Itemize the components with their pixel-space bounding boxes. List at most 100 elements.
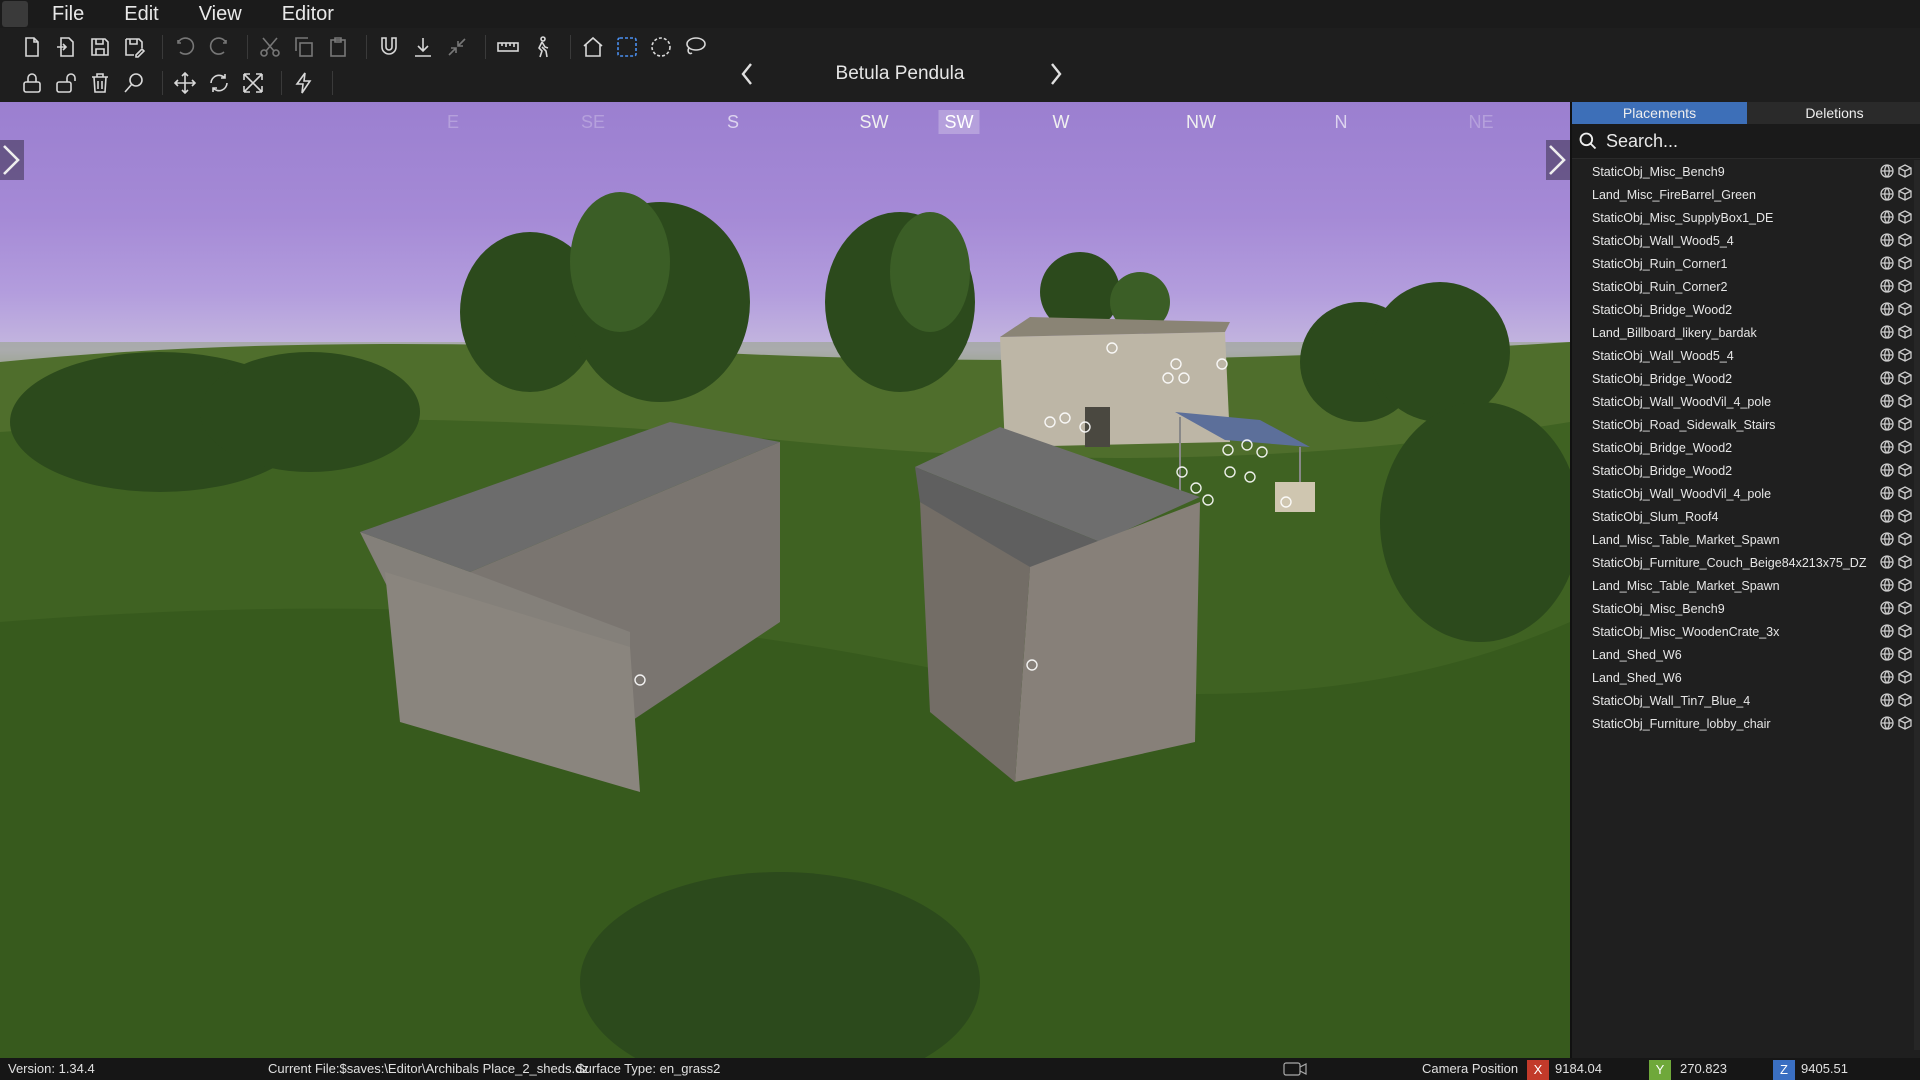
cube-icon[interactable]	[1898, 210, 1912, 224]
magnet-icon[interactable]	[375, 33, 403, 61]
cube-icon[interactable]	[1898, 555, 1912, 569]
circle-select-icon[interactable]	[647, 33, 675, 61]
globe-icon[interactable]	[1880, 164, 1894, 178]
new-file-icon[interactable]	[18, 33, 46, 61]
ruler-icon[interactable]	[494, 33, 522, 61]
cube-icon[interactable]	[1898, 256, 1912, 270]
menu-view[interactable]: View	[179, 0, 262, 28]
list-item[interactable]: StaticObj_Road_Sidewalk_Stairs	[1572, 413, 1912, 436]
ground-snap-icon[interactable]	[409, 33, 437, 61]
cube-icon[interactable]	[1898, 394, 1912, 408]
list-item[interactable]: StaticObj_Bridge_Wood2	[1572, 436, 1912, 459]
move-gizmo-icon[interactable]	[171, 69, 199, 97]
globe-icon[interactable]	[1880, 716, 1894, 730]
find-object-icon[interactable]	[120, 69, 148, 97]
unlock-icon[interactable]	[52, 69, 80, 97]
globe-icon[interactable]	[1880, 187, 1894, 201]
cube-icon[interactable]	[1898, 670, 1912, 684]
save-icon[interactable]	[86, 33, 114, 61]
box-select-icon[interactable]	[613, 33, 641, 61]
globe-icon[interactable]	[1880, 555, 1894, 569]
lasso-select-icon[interactable]	[681, 33, 709, 61]
list-item[interactable]: StaticObj_Furniture_lobby_chair	[1572, 712, 1912, 735]
list-item[interactable]: StaticObj_Wall_Tin7_Blue_4	[1572, 689, 1912, 712]
cube-icon[interactable]	[1898, 532, 1912, 546]
save-as-icon[interactable]	[120, 33, 148, 61]
cube-icon[interactable]	[1898, 624, 1912, 638]
copy-icon[interactable]	[290, 33, 318, 61]
globe-icon[interactable]	[1880, 670, 1894, 684]
lock-icon[interactable]	[18, 69, 46, 97]
cube-icon[interactable]	[1898, 463, 1912, 477]
cube-icon[interactable]	[1898, 509, 1912, 523]
cube-icon[interactable]	[1898, 302, 1912, 316]
globe-icon[interactable]	[1880, 463, 1894, 477]
globe-icon[interactable]	[1880, 256, 1894, 270]
undo-icon[interactable]	[171, 33, 199, 61]
cube-icon[interactable]	[1898, 693, 1912, 707]
globe-icon[interactable]	[1880, 647, 1894, 661]
list-item[interactable]: StaticObj_Wall_WoodVil_4_pole	[1572, 482, 1912, 505]
globe-icon[interactable]	[1880, 417, 1894, 431]
list-item[interactable]: StaticObj_Bridge_Wood2	[1572, 367, 1912, 390]
3d-viewport[interactable]: E SE S SW SW W NW N NE	[0, 102, 1570, 1058]
cube-icon[interactable]	[1898, 371, 1912, 385]
left-panel-toggle-icon[interactable]	[0, 140, 24, 180]
cube-icon[interactable]	[1898, 279, 1912, 293]
brush-next-button[interactable]	[1044, 60, 1068, 88]
globe-icon[interactable]	[1880, 233, 1894, 247]
cube-icon[interactable]	[1898, 647, 1912, 661]
cube-icon[interactable]	[1898, 164, 1912, 178]
brush-previous-button[interactable]	[735, 60, 759, 88]
list-item[interactable]: StaticObj_Bridge_Wood2	[1572, 298, 1912, 321]
globe-icon[interactable]	[1880, 509, 1894, 523]
list-scrollbar[interactable]	[1914, 160, 1920, 1050]
globe-icon[interactable]	[1880, 624, 1894, 638]
list-item[interactable]: Land_Shed_W6	[1572, 666, 1912, 689]
cube-icon[interactable]	[1898, 716, 1912, 730]
tab-placements[interactable]: Placements	[1572, 102, 1747, 124]
list-item[interactable]: StaticObj_Misc_SupplyBox1_DE	[1572, 206, 1912, 229]
list-item[interactable]: Land_Shed_W6	[1572, 643, 1912, 666]
globe-icon[interactable]	[1880, 440, 1894, 454]
globe-icon[interactable]	[1880, 601, 1894, 615]
search-input[interactable]	[1604, 129, 1908, 153]
globe-icon[interactable]	[1880, 578, 1894, 592]
list-item[interactable]: StaticObj_Bridge_Wood2	[1572, 459, 1912, 482]
list-item[interactable]: Land_Billboard_likery_bardak	[1572, 321, 1912, 344]
rotate-gizmo-icon[interactable]	[205, 69, 233, 97]
list-item[interactable]: Land_Misc_FireBarrel_Green	[1572, 183, 1912, 206]
list-item[interactable]: StaticObj_Slum_Roof4	[1572, 505, 1912, 528]
globe-icon[interactable]	[1880, 486, 1894, 500]
menu-editor[interactable]: Editor	[262, 0, 354, 28]
home-icon[interactable]	[579, 33, 607, 61]
redo-icon[interactable]	[205, 33, 233, 61]
lightning-icon[interactable]	[290, 69, 318, 97]
cut-icon[interactable]	[256, 33, 284, 61]
menu-edit[interactable]: Edit	[104, 0, 178, 28]
cube-icon[interactable]	[1898, 440, 1912, 454]
list-item[interactable]: StaticObj_Ruin_Corner1	[1572, 252, 1912, 275]
list-item[interactable]: StaticObj_Misc_Bench9	[1572, 160, 1912, 183]
globe-icon[interactable]	[1880, 302, 1894, 316]
list-item[interactable]: StaticObj_Misc_WoodenCrate_3x	[1572, 620, 1912, 643]
globe-icon[interactable]	[1880, 693, 1894, 707]
cube-icon[interactable]	[1898, 578, 1912, 592]
scale-gizmo-icon[interactable]	[239, 69, 267, 97]
menu-file[interactable]: File	[32, 0, 104, 28]
collapse-icon[interactable]	[443, 33, 471, 61]
list-item[interactable]: StaticObj_Wall_Wood5_4	[1572, 229, 1912, 252]
globe-icon[interactable]	[1880, 210, 1894, 224]
walk-mode-icon[interactable]	[528, 33, 556, 61]
globe-icon[interactable]	[1880, 394, 1894, 408]
list-item[interactable]: StaticObj_Ruin_Corner2	[1572, 275, 1912, 298]
globe-icon[interactable]	[1880, 279, 1894, 293]
cube-icon[interactable]	[1898, 601, 1912, 615]
list-item[interactable]: StaticObj_Wall_Wood5_4	[1572, 344, 1912, 367]
right-panel-toggle-icon[interactable]	[1546, 140, 1570, 180]
globe-icon[interactable]	[1880, 532, 1894, 546]
globe-icon[interactable]	[1880, 348, 1894, 362]
delete-icon[interactable]	[86, 69, 114, 97]
list-item[interactable]: StaticObj_Misc_Bench9	[1572, 597, 1912, 620]
cube-icon[interactable]	[1898, 348, 1912, 362]
